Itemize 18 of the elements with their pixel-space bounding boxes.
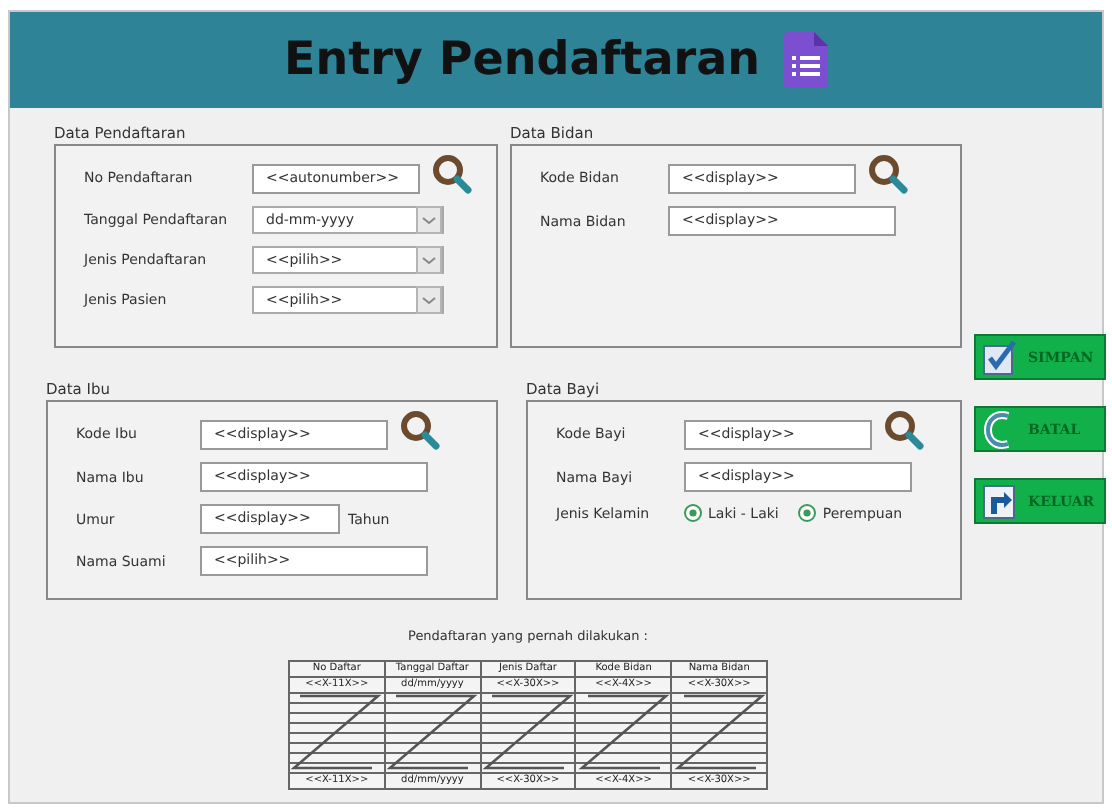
search-icon[interactable] bbox=[432, 154, 472, 194]
radio-button[interactable] bbox=[798, 504, 817, 522]
search-icon[interactable] bbox=[400, 410, 440, 450]
zigzag-line bbox=[386, 694, 478, 770]
caret-icon[interactable] bbox=[416, 286, 442, 314]
zigzag-line bbox=[674, 694, 766, 770]
caret-icon[interactable] bbox=[416, 206, 442, 234]
radio-button[interactable] bbox=[684, 504, 702, 522]
window-title: Entry Pendaftaran bbox=[284, 34, 760, 86]
checkbox-icon bbox=[982, 337, 1016, 377]
zigzag-line bbox=[578, 694, 670, 770]
zigzag-line bbox=[290, 694, 382, 770]
form-icon bbox=[784, 32, 828, 88]
zigzag-line bbox=[482, 694, 574, 770]
search-icon[interactable] bbox=[884, 410, 924, 450]
search-icon[interactable] bbox=[868, 154, 908, 194]
caret-icon[interactable] bbox=[416, 246, 442, 274]
exit-icon bbox=[982, 481, 1016, 521]
